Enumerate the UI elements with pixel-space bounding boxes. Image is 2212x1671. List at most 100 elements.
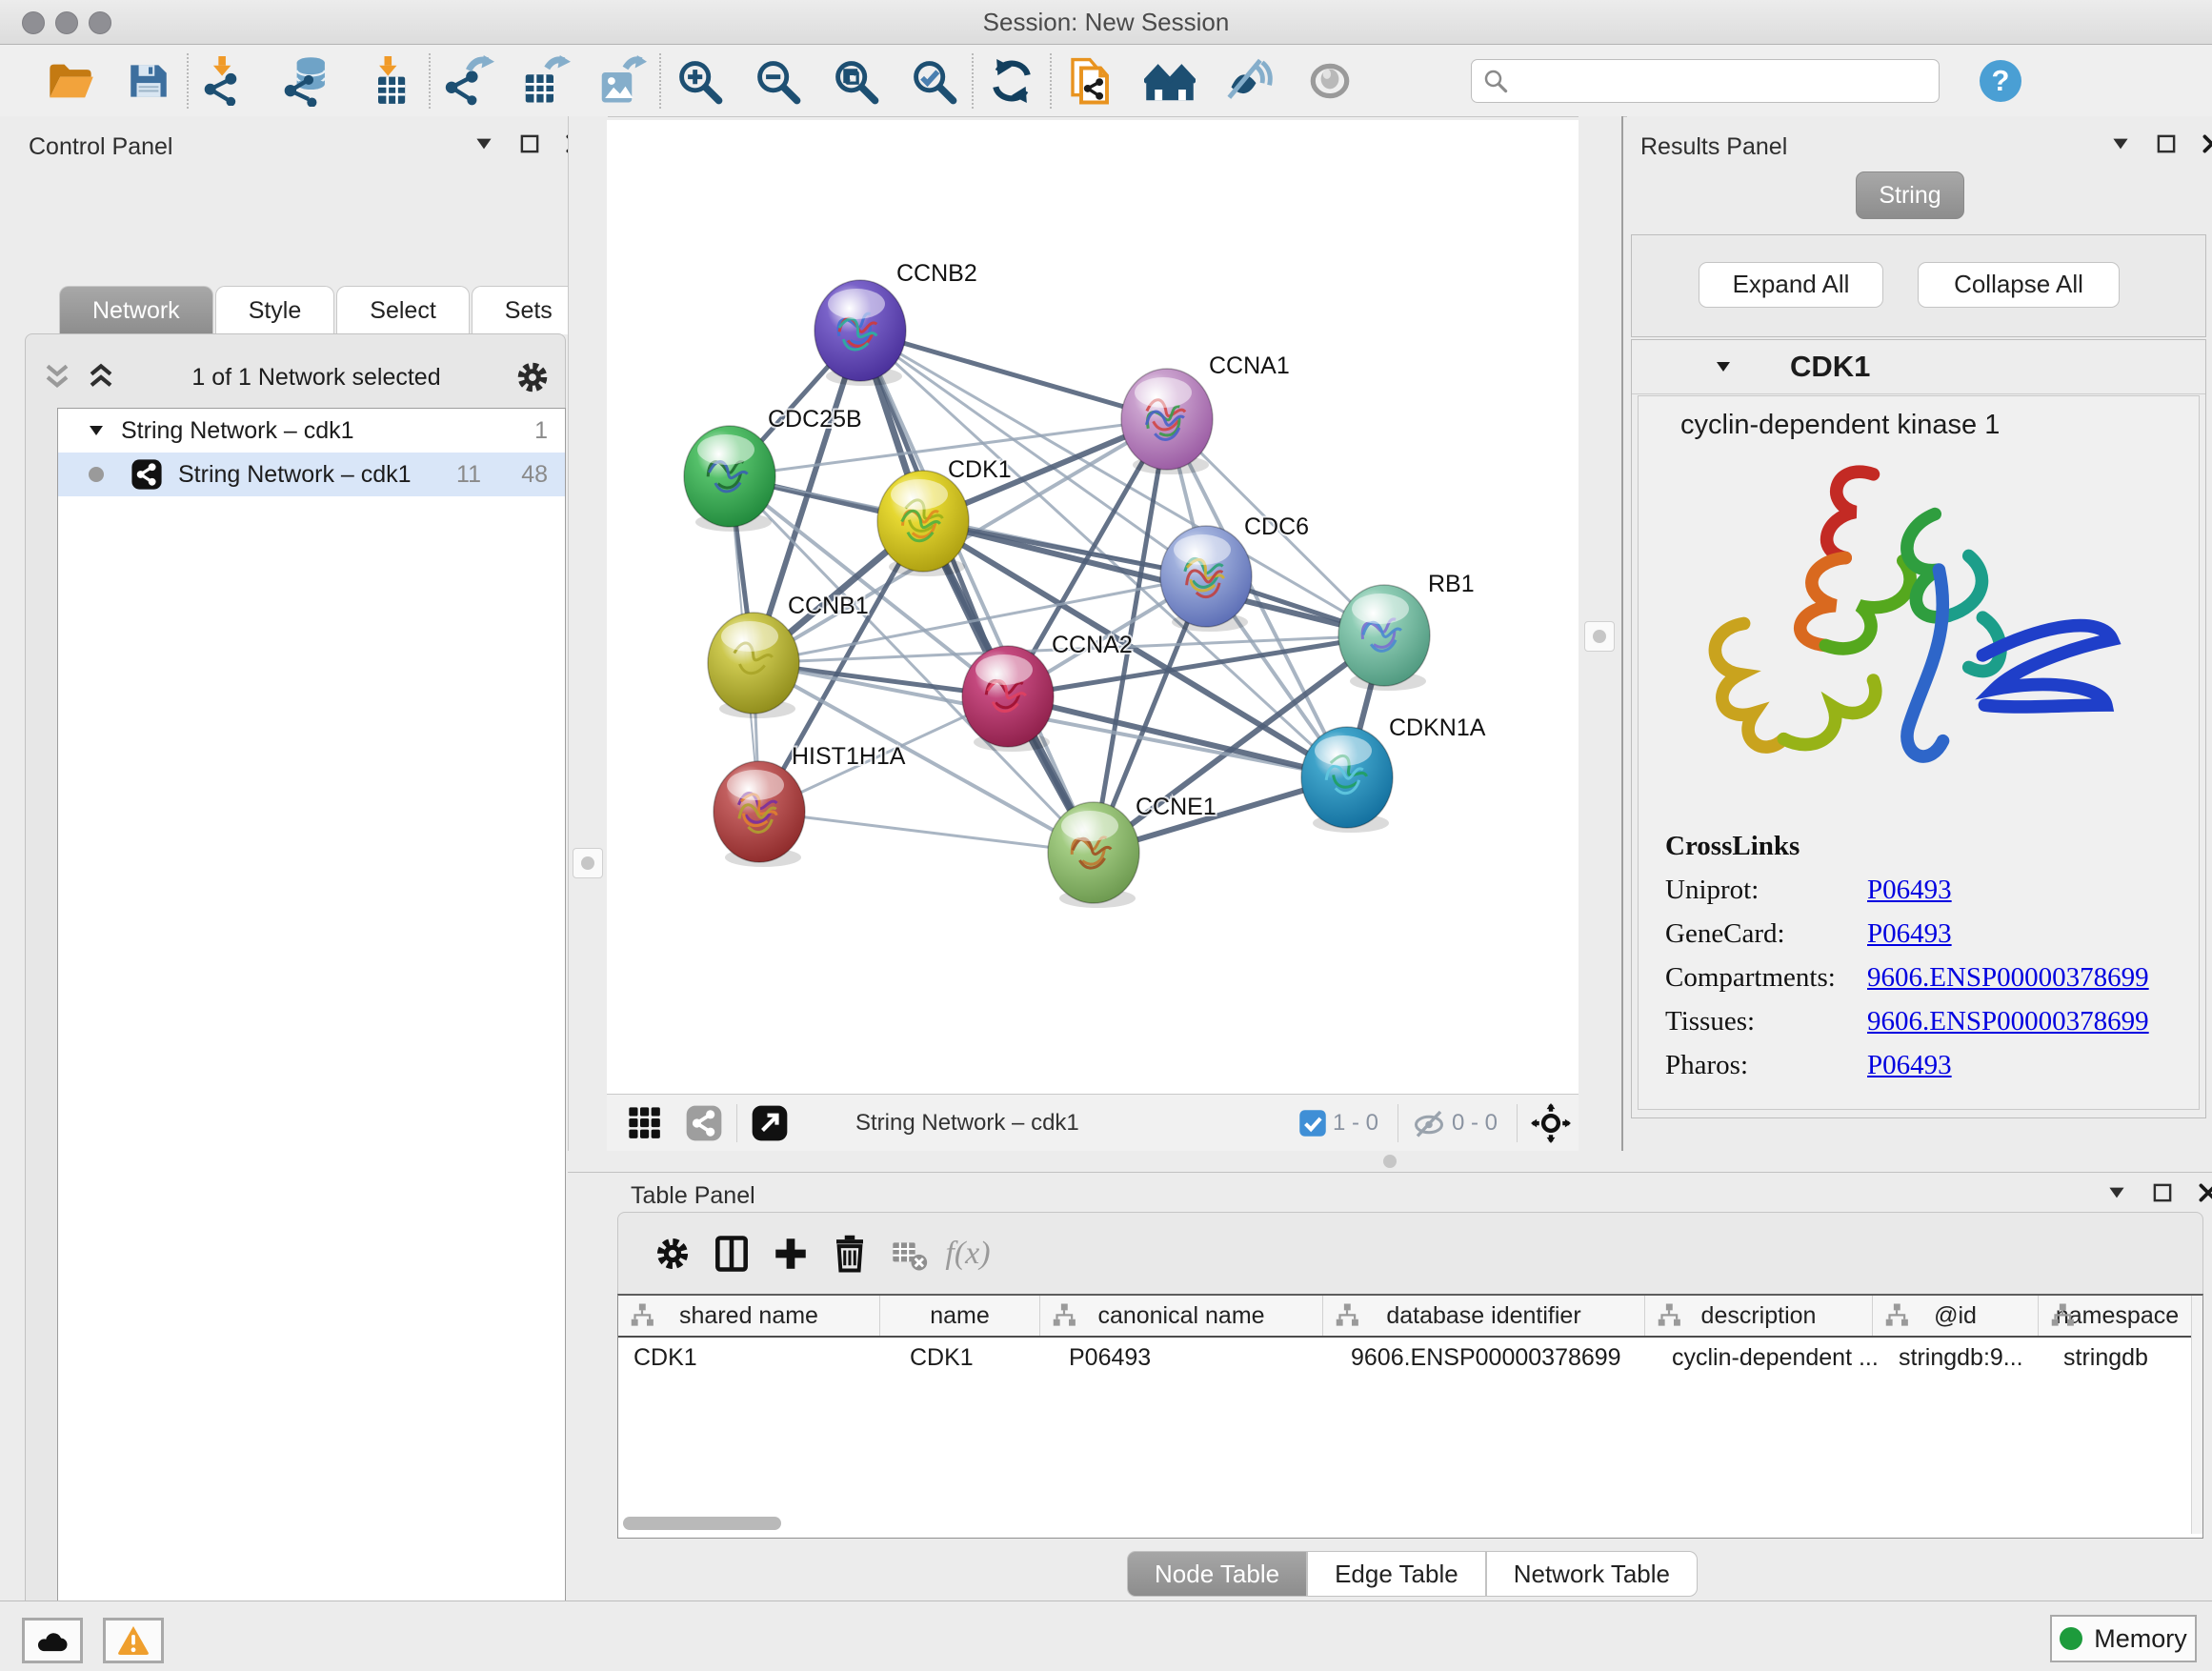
- hide-unhide-button[interactable]: [1223, 54, 1277, 108]
- warning-status-button[interactable]: [103, 1618, 164, 1663]
- entry-collapse-caret-icon[interactable]: [1712, 355, 1735, 378]
- function-builder-button[interactable]: f(x): [938, 1227, 997, 1280]
- tab-select[interactable]: Select: [336, 286, 469, 334]
- zoom-selected-button[interactable]: [907, 54, 960, 108]
- export-image-button[interactable]: [594, 54, 648, 108]
- network-options-gear-icon[interactable]: [513, 357, 553, 397]
- graph-node-CDKN1A[interactable]: CDKN1A: [1301, 715, 1486, 833]
- column-header-id[interactable]: @id: [1873, 1296, 2039, 1336]
- string-query-button[interactable]: [1063, 54, 1116, 108]
- maximize-panel-icon[interactable]: [2154, 131, 2179, 156]
- cell-database-identifier[interactable]: 9606.ENSP00000378699: [1336, 1344, 1657, 1372]
- column-header-database-identifier[interactable]: database identifier: [1323, 1296, 1645, 1336]
- crosslink-genecard-link[interactable]: P06493: [1867, 918, 1952, 950]
- column-header-name[interactable]: name: [880, 1296, 1040, 1336]
- export-table-button[interactable]: [518, 54, 572, 108]
- show-columns-icon[interactable]: [702, 1227, 761, 1280]
- graph-node-CCNB1[interactable]: CCNB1: [708, 593, 869, 718]
- horizontal-splitter-handle[interactable]: [1383, 1155, 1397, 1168]
- save-session-button[interactable]: [122, 54, 175, 108]
- pan-crosshair-icon[interactable]: [1531, 1103, 1571, 1143]
- scrollbar-thumb[interactable]: [623, 1517, 781, 1530]
- crosslink-tissues-link[interactable]: 9606.ENSP00000378699: [1867, 1006, 2149, 1037]
- left-splitter-handle[interactable]: [573, 848, 603, 878]
- horizontal-splitter[interactable]: [568, 1151, 2212, 1172]
- network-collection-row[interactable]: String Network – cdk1 1: [58, 409, 565, 453]
- graph-node-CCNB2[interactable]: CCNB2: [814, 260, 977, 386]
- cloud-status-button[interactable]: [22, 1618, 83, 1663]
- eye-toggle-button[interactable]: [1303, 54, 1357, 108]
- string-style-icon[interactable]: [685, 1104, 723, 1142]
- import-table-file-button[interactable]: [364, 54, 417, 108]
- zoom-fit-button[interactable]: [829, 54, 882, 108]
- graph-node-CCNE1[interactable]: CCNE1: [1048, 794, 1217, 908]
- import-network-database-button[interactable]: [282, 54, 335, 108]
- maximize-panel-icon[interactable]: [2150, 1180, 2175, 1205]
- collapse-all-networks-icon[interactable]: [38, 358, 76, 396]
- birdseye-view-icon[interactable]: [626, 1104, 664, 1142]
- maximize-panel-icon[interactable]: [517, 131, 542, 156]
- crosslink-pharos-link[interactable]: P06493: [1867, 1050, 1952, 1081]
- hidden-nodes-eye-icon[interactable]: [1412, 1106, 1446, 1140]
- refresh-view-button[interactable]: [985, 54, 1038, 108]
- column-header-shared-name[interactable]: shared name: [618, 1296, 880, 1336]
- toolbar-search-field[interactable]: [1471, 59, 1940, 103]
- tab-edge-table[interactable]: Edge Table: [1307, 1551, 1486, 1597]
- right-splitter[interactable]: [1579, 116, 1621, 1172]
- float-panel-icon[interactable]: [2108, 131, 2133, 156]
- tab-string-results[interactable]: String: [1856, 171, 1964, 219]
- zoom-in-button[interactable]: [673, 54, 726, 108]
- zoom-out-button[interactable]: [751, 54, 804, 108]
- table-options-gear-icon[interactable]: [643, 1227, 702, 1280]
- control-panel-tabs: Network Style Select Sets: [59, 286, 588, 334]
- import-network-file-button[interactable]: [200, 54, 253, 108]
- network-row[interactable]: String Network – cdk1 11 48: [58, 453, 565, 496]
- expand-all-button[interactable]: Expand All: [1699, 262, 1883, 308]
- homology-networks-button[interactable]: [1143, 54, 1196, 108]
- tab-network[interactable]: Network: [59, 286, 213, 334]
- crosslink-uniprot-link[interactable]: P06493: [1867, 875, 1952, 906]
- column-header-description[interactable]: description: [1645, 1296, 1873, 1336]
- network-canvas[interactable]: CCNB2CCNA1CDC25BCDK1CDC6RB1CCNB1CCNA2CDK…: [607, 120, 1579, 1094]
- selected-nodes-checkbox-icon[interactable]: [1298, 1109, 1327, 1137]
- graph-node-HIST1H1A[interactable]: HIST1H1A: [714, 743, 906, 867]
- help-button[interactable]: [1974, 54, 2027, 108]
- left-splitter[interactable]: [568, 116, 608, 1172]
- cell-id[interactable]: stringdb:9...: [1883, 1344, 2048, 1372]
- crosslink-compartments-link[interactable]: 9606.ENSP00000378699: [1867, 962, 2149, 994]
- collection-expand-caret-icon[interactable]: [85, 419, 108, 442]
- graph-node-CDK1[interactable]: CDK1: [877, 456, 1012, 576]
- export-network-button[interactable]: [442, 54, 495, 108]
- delete-table-icon[interactable]: [879, 1227, 938, 1280]
- table-horizontal-scrollbar[interactable]: [623, 1517, 2185, 1532]
- table-vertical-scrollbar[interactable]: [2191, 1296, 2202, 1534]
- toolbar-separator: [429, 53, 431, 109]
- memory-button[interactable]: Memory: [2050, 1615, 2197, 1662]
- graph-node-RB1[interactable]: RB1: [1338, 571, 1475, 691]
- close-panel-icon[interactable]: [2196, 1180, 2212, 1205]
- right-splitter-handle[interactable]: [1584, 621, 1615, 652]
- collapse-all-button[interactable]: Collapse All: [1918, 262, 2120, 308]
- main-toolbar: [0, 45, 2212, 117]
- close-panel-icon[interactable]: [2200, 131, 2212, 156]
- open-session-button[interactable]: [44, 54, 97, 108]
- tab-style[interactable]: Style: [215, 286, 335, 334]
- detach-view-icon[interactable]: [751, 1104, 789, 1142]
- cell-namespace[interactable]: stringdb: [2048, 1344, 2205, 1372]
- tab-network-table[interactable]: Network Table: [1486, 1551, 1698, 1597]
- expand-all-networks-icon[interactable]: [82, 358, 120, 396]
- cell-canonical-name[interactable]: P06493: [1054, 1344, 1336, 1372]
- delete-column-icon[interactable]: [820, 1227, 879, 1280]
- column-header-canonical-name[interactable]: canonical name: [1040, 1296, 1323, 1336]
- search-input[interactable]: [1510, 67, 1895, 95]
- network-name: String Network – cdk1: [178, 461, 412, 489]
- cell-shared-name[interactable]: CDK1: [618, 1344, 879, 1372]
- float-panel-icon[interactable]: [2104, 1180, 2129, 1205]
- cell-description[interactable]: cyclin-dependent ...: [1657, 1344, 1883, 1372]
- float-panel-icon[interactable]: [472, 131, 496, 156]
- tab-node-table[interactable]: Node Table: [1127, 1551, 1307, 1597]
- table-row[interactable]: CDK1 CDK1 P06493 9606.ENSP00000378699 cy…: [618, 1338, 2202, 1378]
- column-header-namespace[interactable]: namespace: [2039, 1296, 2196, 1336]
- create-column-icon[interactable]: [761, 1227, 820, 1280]
- cell-name[interactable]: CDK1: [879, 1344, 1054, 1372]
